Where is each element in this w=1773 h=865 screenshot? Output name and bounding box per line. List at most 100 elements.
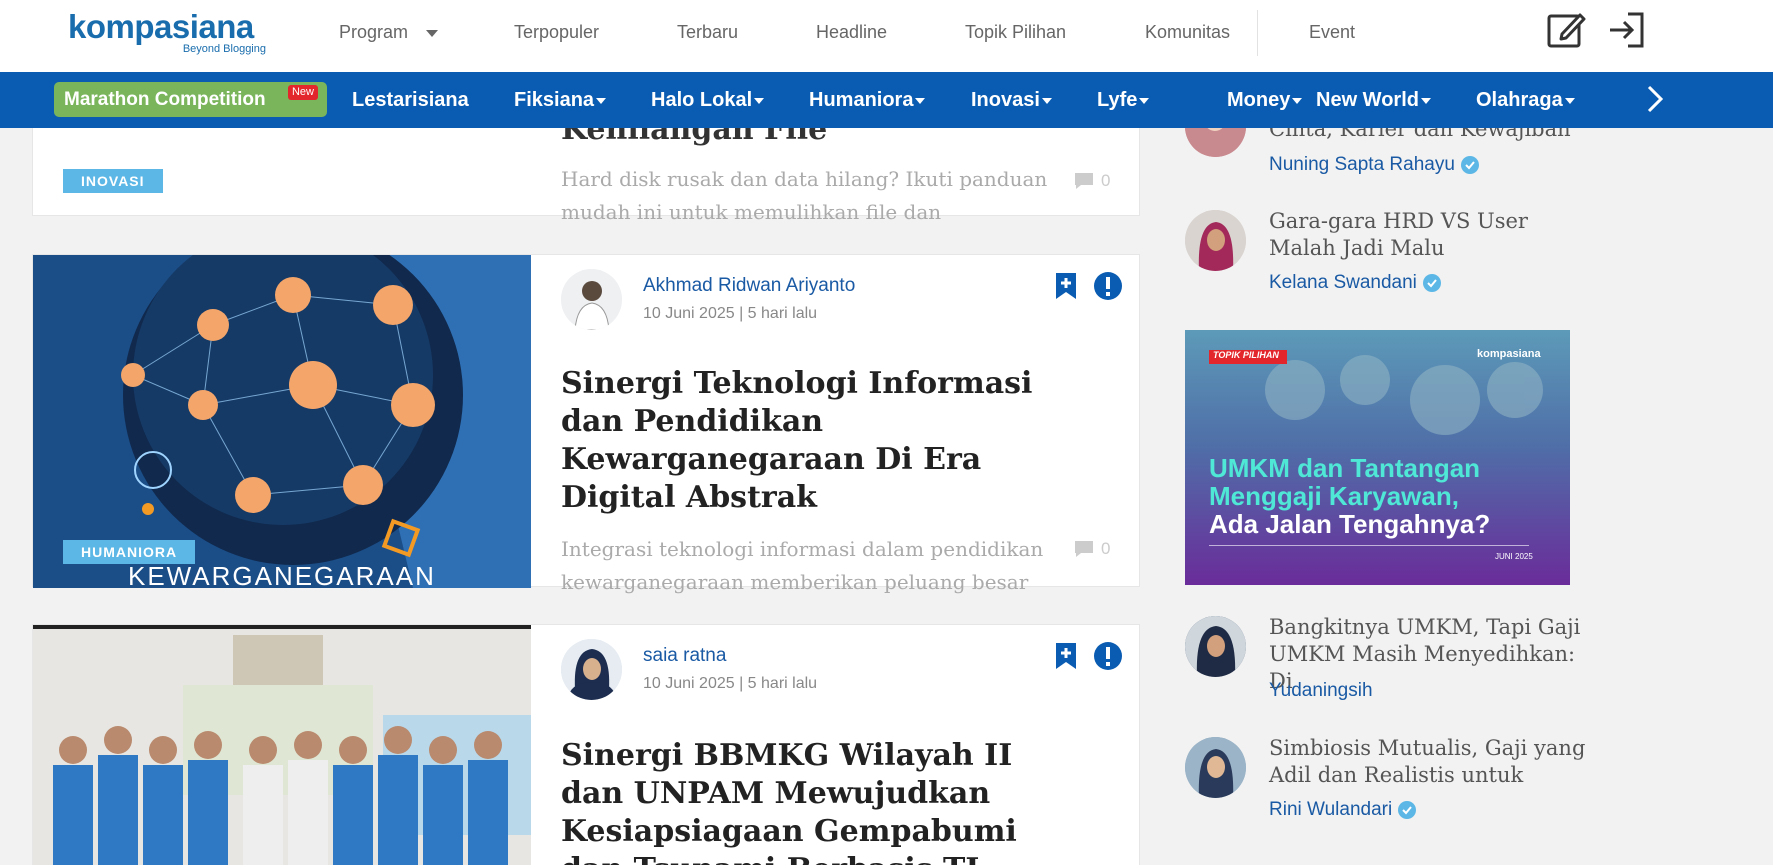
sidebar-article-title[interactable]: Simbiosis Mutualis, Gaji yang Adil dan R… (1269, 735, 1599, 789)
sidebar-article-item[interactable]: Bangkitnya UMKM, Tapi Gaji UMKM Masih Me… (1185, 614, 1585, 714)
report-icon[interactable] (1093, 641, 1123, 671)
comment-count: 0 (1073, 171, 1110, 191)
article-title[interactable]: Sinergi BBMKG Wilayah II dan UNPAM Mewuj… (561, 737, 1051, 865)
article-excerpt: Integrasi teknologi informasi dalam pend… (561, 537, 1044, 594)
author-avatar-icon (1185, 737, 1246, 798)
marathon-label: Marathon Competition (64, 89, 266, 110)
article-thumbnail[interactable]: KEWARGANEGARAAN (33, 255, 531, 588)
chevron-right-icon[interactable] (1643, 84, 1667, 114)
promo-headline-line2: Menggaji Karyawan, (1209, 481, 1459, 511)
category-halo-lokal[interactable]: Halo Lokal (651, 89, 765, 112)
article-title[interactable]: Sinergi Teknologi Informasi dan Pendidik… (561, 365, 1051, 517)
kompasiana-logo[interactable]: kompasiana Beyond Blogging (68, 8, 268, 58)
category-new-world-label: New World (1316, 89, 1419, 111)
edit-icon[interactable] (1546, 10, 1586, 50)
promo-headline-line1: UMKM dan Tantangan (1209, 453, 1481, 483)
promo-brand: kompasiana (1477, 348, 1541, 360)
nav-divider (1257, 10, 1258, 56)
avatar[interactable] (1185, 737, 1246, 798)
category-money-label: Money (1227, 89, 1291, 111)
marathon-competition-button[interactable]: Marathon Competition New (54, 82, 327, 117)
author-avatar-icon (1185, 616, 1246, 677)
author-avatar-icon (561, 639, 622, 700)
chevron-down-icon (1041, 97, 1052, 104)
thumbnail-caption: KEWARGANEGARAAN (128, 561, 436, 588)
sidebar-article-item[interactable]: Gara-gara HRD VS User Malah Jadi Malu Ke… (1185, 208, 1585, 308)
category-olahraga-label: Olahraga (1476, 89, 1563, 111)
chevron-down-icon (915, 97, 926, 104)
publish-date: 10 Juni 2025 | 5 hari lalu (643, 675, 818, 692)
sidebar-author[interactable]: Yudaningsih (1269, 680, 1373, 702)
author-avatar-icon (1185, 210, 1246, 271)
category-humaniora-label: Humaniora (809, 89, 914, 111)
bookmark-add-icon[interactable] (1051, 271, 1081, 301)
sidebar-author-name: Rini Wulandari (1269, 799, 1393, 820)
chevron-down-icon (1139, 97, 1150, 104)
top-header: kompasiana Beyond Blogging Program Terpo… (0, 0, 1773, 72)
nav-headline[interactable]: Headline (816, 22, 887, 43)
login-icon[interactable] (1606, 10, 1646, 50)
category-lyfe-label: Lyfe (1097, 89, 1138, 111)
category-lestarisiana[interactable]: Lestarisiana (352, 89, 469, 112)
network-illustration: KEWARGANEGARAAN (33, 255, 531, 588)
verified-icon (1422, 274, 1441, 292)
nav-program[interactable]: Program (339, 22, 439, 43)
author-name[interactable]: saia ratna (643, 645, 726, 667)
avatar[interactable] (1185, 616, 1246, 677)
category-badge[interactable]: INOVASI (63, 169, 163, 193)
sidebar-author-name: Yudaningsih (1269, 680, 1373, 701)
chevron-down-icon (1292, 97, 1303, 104)
nav-program-label: Program (339, 22, 409, 42)
avatar[interactable] (1185, 210, 1246, 271)
verified-icon (1460, 156, 1479, 174)
nav-terpopuler[interactable]: Terpopuler (514, 22, 599, 43)
comment-count: 0 (1073, 539, 1110, 559)
promo-divider (1209, 545, 1529, 546)
category-olahraga[interactable]: Olahraga (1476, 89, 1575, 112)
category-lyfe[interactable]: Lyfe (1097, 89, 1150, 112)
promo-date: JUNI 2025 (1495, 552, 1533, 561)
nav-terbaru[interactable]: Terbaru (677, 22, 738, 43)
category-money[interactable]: Money (1227, 89, 1303, 112)
category-new-world[interactable]: New World (1316, 89, 1431, 112)
category-inovasi-label: Inovasi (971, 89, 1040, 111)
chevron-down-icon (426, 29, 439, 37)
category-fiksiana[interactable]: Fiksiana (514, 89, 607, 112)
author-name[interactable]: Akhmad Ridwan Ariyanto (643, 275, 855, 297)
chevron-down-icon (1564, 97, 1575, 104)
article-excerpt: Hard disk rusak dan data hilang? Ikuti p… (561, 167, 1048, 224)
event-photo (33, 625, 531, 865)
comment-icon (1075, 173, 1093, 189)
sidebar-author[interactable]: Nuning Sapta Rahayu (1269, 154, 1479, 176)
category-fiksiana-label: Fiksiana (514, 89, 595, 111)
report-icon[interactable] (1093, 271, 1123, 301)
avatar[interactable] (561, 269, 622, 330)
article-card[interactable]: KEWARGANEGARAAN HUMANIORA Akhmad Ridwan … (32, 254, 1140, 594)
category-inovasi[interactable]: Inovasi (971, 89, 1052, 112)
chevron-down-icon (1420, 97, 1431, 104)
nav-komunitas[interactable]: Komunitas (1145, 22, 1230, 43)
category-bar: Marathon Competition New Lestarisiana Fi… (0, 72, 1773, 128)
new-badge: New (287, 85, 318, 100)
category-halo-lokal-label: Halo Lokal (651, 89, 753, 111)
bookmark-add-icon[interactable] (1051, 641, 1081, 671)
author-avatar-icon (561, 269, 622, 330)
sidebar-article-title[interactable]: Gara-gara HRD VS User Malah Jadi Malu (1269, 208, 1599, 262)
category-humaniora[interactable]: Humaniora (809, 89, 926, 112)
chevron-down-icon (596, 97, 607, 104)
article-thumbnail[interactable] (33, 625, 531, 865)
avatar[interactable] (561, 639, 622, 700)
comment-count-value: 0 (1101, 539, 1111, 558)
logo-tagline: Beyond Blogging (182, 43, 266, 55)
promo-banner[interactable]: TOPIK PILIHAN kompasiana UMKM dan Tantan… (1185, 330, 1570, 585)
sidebar-article-item[interactable]: Simbiosis Mutualis, Gaji yang Adil dan R… (1185, 735, 1585, 835)
category-badge[interactable]: HUMANIORA (63, 540, 196, 564)
nav-event[interactable]: Event (1309, 22, 1355, 43)
promo-tag: TOPIK PILIHAN (1213, 350, 1279, 360)
sidebar-author[interactable]: Rini Wulandari (1269, 799, 1417, 821)
article-card[interactable]: saia ratna 10 Juni 2025 | 5 hari lalu Si… (32, 624, 1140, 865)
nav-topik-pilihan[interactable]: Topik Pilihan (965, 22, 1066, 43)
verified-icon (1398, 801, 1417, 819)
sidebar-author[interactable]: Kelana Swandani (1269, 272, 1441, 294)
chevron-down-icon (754, 97, 765, 104)
